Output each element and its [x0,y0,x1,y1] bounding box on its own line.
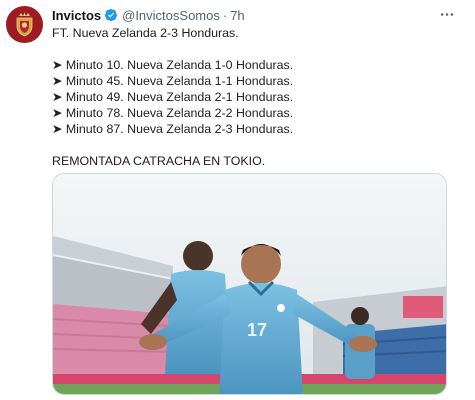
tweet-card[interactable]: Invictos @InvictosSomos · 7h FT. Nueva Z… [0,0,475,400]
tweet-line: REMONTADA CATRACHA EN TOKIO. [52,154,266,168]
user-handle[interactable]: @InvictosSomos [122,8,220,23]
tweet-line: ➤ Minuto 87. Nueva Zelanda 2-3 Honduras. [52,122,294,136]
tweet-line: ➤ Minuto 10. Nueva Zelanda 1-0 Honduras. [52,58,294,72]
more-horizontal-icon[interactable] [437,6,457,22]
football-celebration-photo: 17 [53,174,446,394]
tweet-line: ➤ Minuto 78. Nueva Zelanda 2-2 Honduras. [52,106,294,120]
tweet-line: ➤ Minuto 49. Nueva Zelanda 2-1 Honduras. [52,90,294,104]
avatar[interactable] [6,6,43,43]
jersey-number: 17 [247,320,267,340]
team-crest-icon [6,6,43,43]
separator-dot: · [222,7,228,23]
tweet-photo[interactable]: 17 [52,173,447,395]
tweet-line: FT. Nueva Zelanda 2-3 Honduras. [52,26,239,40]
timestamp[interactable]: 7h [230,8,244,23]
tweet-header: Invictos @InvictosSomos · 7h [52,7,245,23]
display-name[interactable]: Invictos [52,8,101,23]
tweet-line: ➤ Minuto 45. Nueva Zelanda 1-1 Honduras. [52,74,294,88]
tweet-text: FT. Nueva Zelanda 2-3 Honduras. ➤ Minuto… [52,25,452,169]
verified-badge-icon [104,8,118,22]
